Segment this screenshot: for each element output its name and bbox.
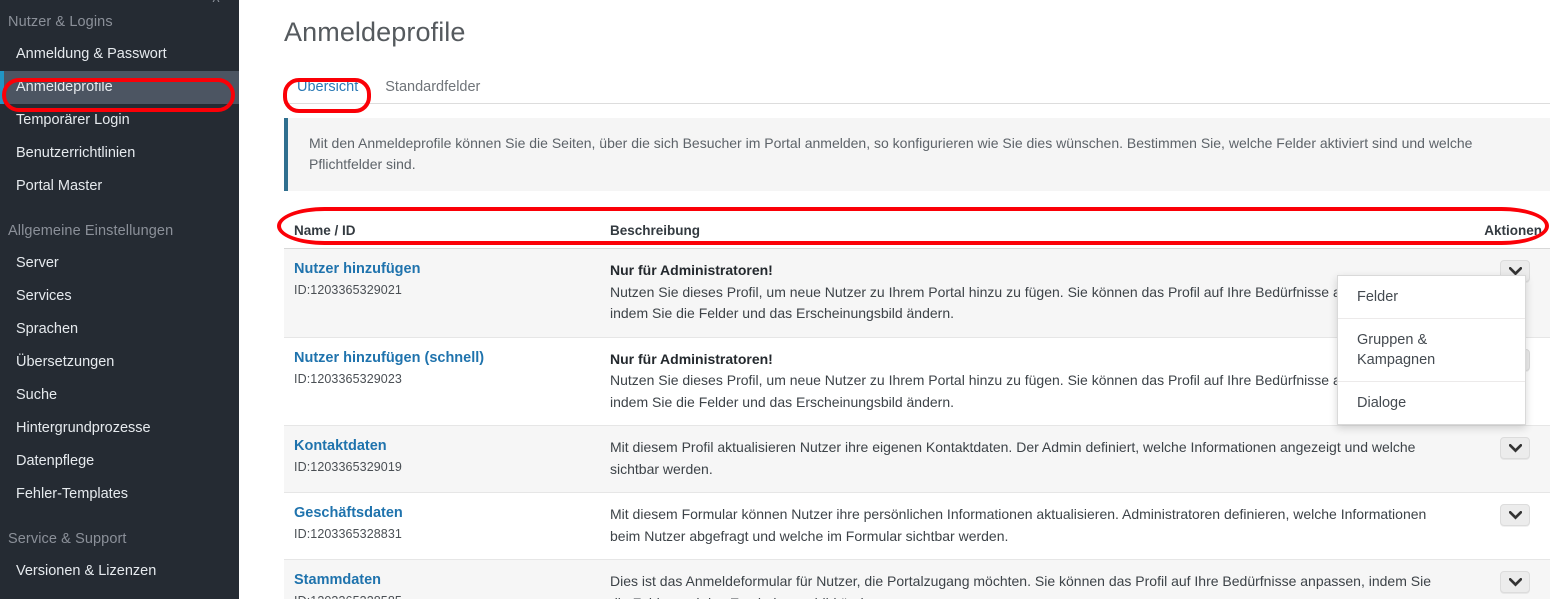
row-description-text: Dies ist das Anmeldeformular für Nutzer,… (610, 573, 1432, 599)
info-banner: Mit den Anmeldeprofile können Sie die Se… (284, 118, 1550, 191)
row-description-text: Mit diesem Profil aktualisieren Nutzer i… (610, 439, 1416, 477)
sidebar-item-portal-master[interactable]: Portal Master (0, 170, 239, 203)
sidebar-item-label: Temporärer Login (16, 112, 130, 128)
sidebar-section-service-support: Service & Support (8, 531, 127, 547)
dropdown-item-felder[interactable]: Felder (1338, 276, 1525, 319)
profile-link[interactable]: Geschäftsdaten (294, 504, 610, 523)
app-root: ^ Nutzer & Logins Anmeldung & Passwort A… (0, 0, 1551, 599)
sidebar-item-versionen-lizenzen[interactable]: Versionen & Lizenzen (0, 555, 239, 588)
row-name-cell: Nutzer hinzufügen (schnell) ID:120336532… (284, 349, 610, 386)
profile-link[interactable]: Nutzer hinzufügen (schnell) (294, 349, 610, 368)
tab-label: Übersicht (297, 79, 359, 95)
actions-dropdown-menu: Felder Gruppen & Kampagnen Dialoge (1337, 275, 1526, 425)
table-row: Kontaktdaten ID:1203365329019 Mit diesem… (284, 426, 1550, 493)
row-actions-dropdown-toggle[interactable] (1500, 571, 1530, 593)
sidebar-item-suche[interactable]: Suche (0, 379, 239, 412)
profile-id: ID:1203365329019 (294, 460, 402, 474)
row-description-cell: Nur für Administratoren! Nutzen Sie dies… (610, 349, 1458, 414)
sidebar-item-anmeldung-passwort[interactable]: Anmeldung & Passwort (0, 38, 239, 71)
sidebar-item-temporaerer-login[interactable]: Temporärer Login (0, 104, 239, 137)
tab-uebersicht[interactable]: Übersicht (284, 73, 372, 104)
row-description-text: Nutzen Sie dieses Profil, um neue Nutzer… (610, 372, 1398, 410)
sidebar-item-datenpflege[interactable]: Datenpflege (0, 445, 239, 478)
row-description-text: Nutzen Sie dieses Profil, um neue Nutzer… (610, 283, 1398, 322)
dropdown-item-dialoge[interactable]: Dialoge (1338, 382, 1525, 424)
column-header-name-id: Name / ID (294, 222, 356, 238)
tab-label: Standardfelder (385, 79, 481, 95)
chevron-up-icon[interactable]: ^ (205, 0, 227, 12)
sidebar-item-benutzerrichtlinien[interactable]: Benutzerrichtlinien (0, 137, 239, 170)
row-actions-cell (1458, 504, 1550, 526)
row-name-cell: Geschäftsdaten ID:1203365328831 (284, 504, 610, 541)
sidebar-item-label: Services (16, 288, 72, 304)
row-name-cell: Stammdaten ID:1203365328585 (284, 571, 610, 599)
profile-id: ID:1203365329021 (294, 283, 402, 297)
sidebar-item-label: Übersetzungen (16, 354, 115, 370)
row-description-text: Mit diesem Formular können Nutzer ihre p… (610, 506, 1427, 544)
sidebar-item-services[interactable]: Services (0, 280, 239, 313)
sidebar-item-sprachen[interactable]: Sprachen (0, 313, 239, 346)
sidebar-item-label: Datenpflege (16, 453, 95, 469)
sidebar-item-label: Anmeldung & Passwort (16, 46, 167, 62)
row-description-cell: Mit diesem Profil aktualisieren Nutzer i… (610, 437, 1458, 480)
sidebar-item-server[interactable]: Server (0, 247, 239, 280)
row-actions-dropdown-toggle[interactable] (1500, 437, 1530, 459)
sidebar-item-fehler-templates[interactable]: Fehler-Templates (0, 478, 239, 511)
dropdown-item-label: Dialoge (1357, 395, 1407, 411)
sidebar-item-label: Benutzerrichtlinien (16, 145, 136, 161)
dropdown-item-label: Felder (1357, 289, 1399, 305)
row-description-heading: Nur für Administratoren! (610, 350, 773, 367)
column-header-beschreibung: Beschreibung (610, 222, 701, 238)
sidebar-item-label: Fehler-Templates (16, 486, 129, 502)
row-name-cell: Kontaktdaten ID:1203365329019 (284, 437, 610, 474)
sidebar-item-anmeldeprofile[interactable]: Anmeldeprofile (0, 71, 239, 104)
sidebar-item-label: Sprachen (16, 321, 79, 337)
table-row: Stammdaten ID:1203365328585 Dies ist das… (284, 560, 1550, 599)
row-name-cell: Nutzer hinzufügen ID:1203365329021 (284, 260, 610, 297)
row-description-cell: Dies ist das Anmeldeformular für Nutzer,… (610, 571, 1458, 599)
dropdown-item-label: Gruppen & Kampagnen (1357, 332, 1436, 368)
chevron-down-icon (1508, 510, 1522, 519)
column-header-aktionen: Aktionen (1484, 222, 1542, 238)
chevron-down-icon (1508, 443, 1522, 452)
row-description-heading: Nur für Administratoren! (610, 262, 773, 278)
tab-standardfelder[interactable]: Standardfelder (372, 73, 494, 104)
sidebar-item-label: Anmeldeprofile (16, 79, 113, 95)
chevron-down-icon (1508, 577, 1522, 586)
profile-id: ID:1203365329023 (294, 371, 402, 386)
tab-bar: Übersicht Standardfelder (284, 71, 1550, 104)
sidebar-item-label: Portal Master (16, 178, 103, 194)
row-description-cell: Mit diesem Formular können Nutzer ihre p… (610, 504, 1458, 547)
row-actions-cell (1458, 437, 1550, 459)
sidebar-item-label: Hintergrundprozesse (16, 420, 151, 436)
profile-id: ID:1203365328585 (294, 594, 610, 599)
profile-link[interactable]: Kontaktdaten (294, 437, 610, 456)
row-actions-dropdown-toggle[interactable] (1500, 504, 1530, 526)
row-description-cell: Nur für Administratoren! Nutzen Sie dies… (610, 260, 1458, 325)
sidebar-item-label: Versionen & Lizenzen (16, 563, 157, 579)
page-title: Anmeldeprofile (284, 17, 466, 47)
profile-link[interactable]: Nutzer hinzufügen (294, 260, 610, 279)
profile-link[interactable]: Stammdaten (294, 571, 610, 590)
dropdown-item-gruppen-kampagnen[interactable]: Gruppen & Kampagnen (1338, 319, 1525, 382)
sidebar-item-label: Server (16, 255, 59, 271)
sidebar-section-allgemeine-einstellungen: Allgemeine Einstellungen (8, 223, 174, 239)
sidebar-item-hintergrundprozesse[interactable]: Hintergrundprozesse (0, 412, 239, 445)
sidebar: ^ Nutzer & Logins Anmeldung & Passwort A… (0, 0, 239, 599)
sidebar-item-uebersetzungen[interactable]: Übersetzungen (0, 346, 239, 379)
sidebar-item-label: Suche (16, 387, 58, 403)
info-banner-text: Mit den Anmeldeprofile können Sie die Se… (309, 135, 1473, 172)
row-actions-cell (1458, 571, 1550, 593)
table-header-row: Name / ID Beschreibung Aktionen (284, 212, 1550, 249)
table-row: Geschäftsdaten ID:1203365328831 Mit dies… (284, 493, 1550, 560)
sidebar-section-nutzer-logins: Nutzer & Logins (8, 14, 113, 30)
profile-id: ID:1203365328831 (294, 527, 402, 541)
